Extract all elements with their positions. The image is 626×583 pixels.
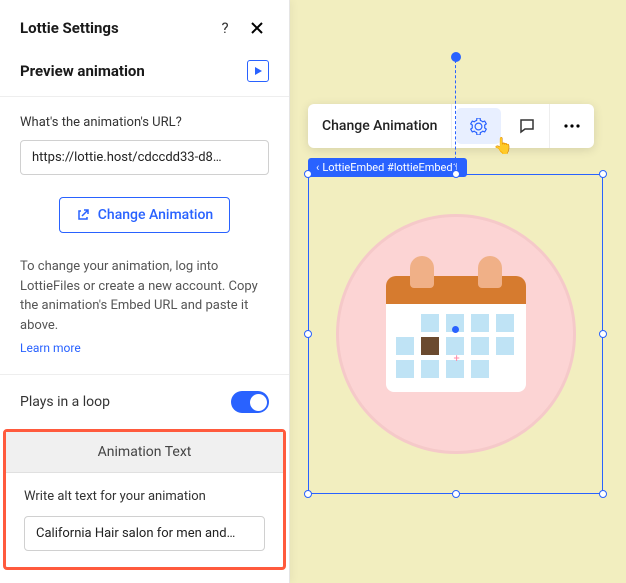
toolbar-change-animation[interactable]: Change Animation — [308, 104, 452, 148]
settings-panel: Lottie Settings ? Preview animation What… — [0, 0, 290, 583]
resize-handle-bm[interactable] — [452, 490, 460, 498]
alt-text-input[interactable]: California Hair salon for men and… — [24, 516, 265, 551]
resize-handle-tr[interactable] — [599, 170, 607, 178]
comment-icon — [519, 118, 535, 134]
cursor-pointer-icon: 👆 — [493, 136, 513, 155]
help-text: To change your animation, log into Lotti… — [20, 257, 269, 335]
external-link-icon — [76, 208, 90, 222]
rotate-line — [455, 60, 456, 175]
animation-text-header: Animation Text — [6, 432, 283, 473]
play-button[interactable] — [247, 60, 269, 82]
badge-label: LottieEmbed #lottieEmbed1 — [322, 161, 458, 174]
alt-text-section: Write alt text for your animation Califo… — [6, 473, 283, 567]
url-section: What's the animation's URL? https://lott… — [0, 97, 289, 356]
url-input[interactable]: https://lottie.host/cdccdd33-d8… — [20, 140, 269, 175]
preview-row: Preview animation — [0, 52, 289, 97]
gear-icon — [470, 118, 487, 135]
help-icon[interactable]: ? — [213, 16, 237, 40]
preview-label: Preview animation — [20, 62, 247, 80]
more-icon — [564, 124, 580, 128]
close-icon[interactable] — [245, 16, 269, 40]
resize-handle-tm[interactable] — [452, 170, 460, 178]
element-toolbar: Change Animation — [308, 104, 594, 148]
alt-label: Write alt text for your animation — [24, 489, 265, 504]
change-animation-button[interactable]: Change Animation — [59, 197, 230, 233]
loop-label: Plays in a loop — [20, 394, 231, 410]
resize-handle-bl[interactable] — [304, 490, 312, 498]
resize-handle-tl[interactable] — [304, 170, 312, 178]
url-label: What's the animation's URL? — [20, 115, 269, 130]
resize-handle-ml[interactable] — [304, 330, 312, 338]
rotate-handle[interactable] — [451, 52, 461, 62]
animation-text-section: Animation Text Write alt text for your a… — [3, 429, 286, 570]
panel-header: Lottie Settings ? — [0, 0, 289, 52]
preview-background: + — [336, 214, 576, 454]
loop-row: Plays in a loop — [0, 375, 289, 429]
calendar-icon: + — [386, 276, 526, 392]
change-btn-label: Change Animation — [98, 207, 213, 223]
resize-handle-br[interactable] — [599, 490, 607, 498]
toolbar-more-button[interactable] — [550, 104, 594, 148]
loop-toggle[interactable] — [231, 391, 269, 413]
selection-box[interactable]: + — [308, 174, 603, 494]
animation-preview: + — [329, 195, 582, 473]
resize-handle-mr[interactable] — [599, 330, 607, 338]
learn-more-link[interactable]: Learn more — [20, 341, 81, 355]
panel-title: Lottie Settings — [20, 19, 205, 37]
canvas[interactable]: Change Animation 👆 ‹ LottieEmbed #lottie… — [290, 0, 626, 583]
chevron-left-icon: ‹ — [316, 161, 319, 174]
